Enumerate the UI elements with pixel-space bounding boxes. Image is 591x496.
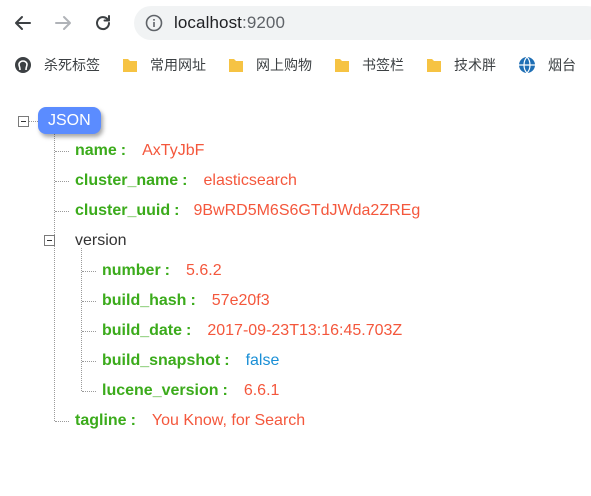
bookmark-yantai[interactable]: 烟台 xyxy=(518,52,576,78)
field-key: build_date xyxy=(102,322,183,339)
json-root-badge[interactable]: JSON xyxy=(38,107,101,134)
url-port: :9200 xyxy=(242,13,286,32)
json-field-name: name: AxTyJbF xyxy=(75,140,204,162)
field-key: version xyxy=(75,232,127,249)
forward-arrow-icon xyxy=(55,16,71,30)
folder-icon xyxy=(427,59,441,72)
field-colon: : xyxy=(186,322,192,339)
tree-guide xyxy=(29,121,38,122)
bookmark-bookmarks-bar[interactable]: 书签栏 xyxy=(334,52,404,78)
json-field-build-hash: build_hash: 57e20f3 xyxy=(102,290,270,312)
bookmark-online-shopping[interactable]: 网上购物 xyxy=(228,52,312,78)
github-icon xyxy=(15,57,31,73)
json-field-cluster-name: cluster_name: elasticsearch xyxy=(75,170,297,192)
bookmark-kill-tab[interactable]: 杀死标签 xyxy=(14,52,100,78)
json-field-version[interactable]: version xyxy=(75,230,127,252)
tree-guide xyxy=(81,248,82,391)
bookmarks-bar: 杀死标签 常用网址 网上购物 书签栏 技术胖 烟台 xyxy=(0,50,591,80)
json-field-lucene-version: lucene_version: 6.6.1 xyxy=(102,380,279,402)
field-key: lucene_version xyxy=(102,382,219,399)
field-value: 5.6.2 xyxy=(186,262,222,279)
field-colon: : xyxy=(222,382,228,399)
field-key: build_hash xyxy=(102,292,187,309)
bookmark-label: 杀死标签 xyxy=(44,58,100,74)
field-value: 9BwRD5M6S6GTdJWda2ZREg xyxy=(193,202,421,219)
folder-icon xyxy=(229,59,243,72)
field-value: 57e20f3 xyxy=(211,292,270,309)
field-value: AxTyJbF xyxy=(142,142,205,159)
back-arrow-icon xyxy=(15,16,31,30)
tree-guide xyxy=(55,211,69,212)
tree-guide xyxy=(54,128,55,421)
globe-icon xyxy=(519,56,535,74)
tree-guide xyxy=(82,301,96,302)
bookmark-label: 常用网址 xyxy=(150,58,206,74)
field-colon: : xyxy=(164,262,170,279)
folder-icon xyxy=(123,59,137,72)
field-colon: : xyxy=(224,352,230,369)
field-colon: : xyxy=(130,412,136,429)
tree-guide xyxy=(82,391,96,392)
json-viewer: JSON name: AxTyJbF cluster_name: elastic… xyxy=(0,86,591,496)
tree-guide xyxy=(82,331,96,332)
field-key: build_snapshot xyxy=(102,352,221,369)
bookmark-label: 技术胖 xyxy=(454,58,496,74)
json-field-build-date: build_date: 2017-09-23T13:16:45.703Z xyxy=(102,320,402,342)
json-field-cluster-uuid: cluster_uuid: 9BwRD5M6S6GTdJWda2ZREg xyxy=(75,200,420,222)
field-colon: : xyxy=(190,292,196,309)
back-button[interactable] xyxy=(8,8,38,38)
reload-button[interactable] xyxy=(88,8,118,38)
url-text[interactable]: localhost:9200 xyxy=(174,13,285,33)
json-field-number: number: 5.6.2 xyxy=(102,260,222,282)
collapse-root-toggle[interactable] xyxy=(18,116,29,127)
site-info-icon[interactable] xyxy=(144,13,164,33)
bookmark-label: 书签栏 xyxy=(362,58,404,74)
root-label: JSON xyxy=(48,111,91,129)
tree-guide xyxy=(55,181,69,182)
bookmark-label: 网上购物 xyxy=(256,58,312,74)
field-key: tagline xyxy=(75,412,127,429)
folder-icon xyxy=(335,59,349,72)
url-host: localhost xyxy=(174,13,242,32)
bookmark-common-sites[interactable]: 常用网址 xyxy=(122,52,206,78)
field-value: You Know, for Search xyxy=(151,412,306,429)
json-field-tagline: tagline: You Know, for Search xyxy=(75,410,305,432)
field-key: cluster_name xyxy=(75,172,179,189)
forward-button[interactable] xyxy=(48,8,78,38)
field-value: 2017-09-23T13:16:45.703Z xyxy=(207,322,403,339)
tree-guide xyxy=(82,361,96,362)
json-field-build-snapshot: build_snapshot: false xyxy=(102,350,279,372)
reload-icon xyxy=(96,15,111,31)
bookmark-label: 烟台 xyxy=(548,58,576,74)
tree-guide xyxy=(82,271,96,272)
bookmark-jishupang[interactable]: 技术胖 xyxy=(426,52,496,78)
field-colon: : xyxy=(120,142,127,159)
address-bar[interactable]: localhost:9200 xyxy=(134,6,591,40)
field-value: elasticsearch xyxy=(203,172,297,189)
field-key: number xyxy=(102,262,161,279)
field-colon: : xyxy=(182,172,188,189)
field-key: name xyxy=(75,142,117,159)
field-colon: : xyxy=(174,202,180,219)
field-key: cluster_uuid xyxy=(75,202,171,219)
field-value: false xyxy=(245,352,280,369)
tree-guide xyxy=(55,151,69,152)
field-value: 6.6.1 xyxy=(243,382,280,399)
collapse-version-toggle[interactable] xyxy=(44,235,55,246)
browser-toolbar: localhost:9200 杀死标签 常用网址 网上购物 书签栏 技术胖 烟台 xyxy=(0,0,591,86)
tree-guide xyxy=(55,421,69,422)
